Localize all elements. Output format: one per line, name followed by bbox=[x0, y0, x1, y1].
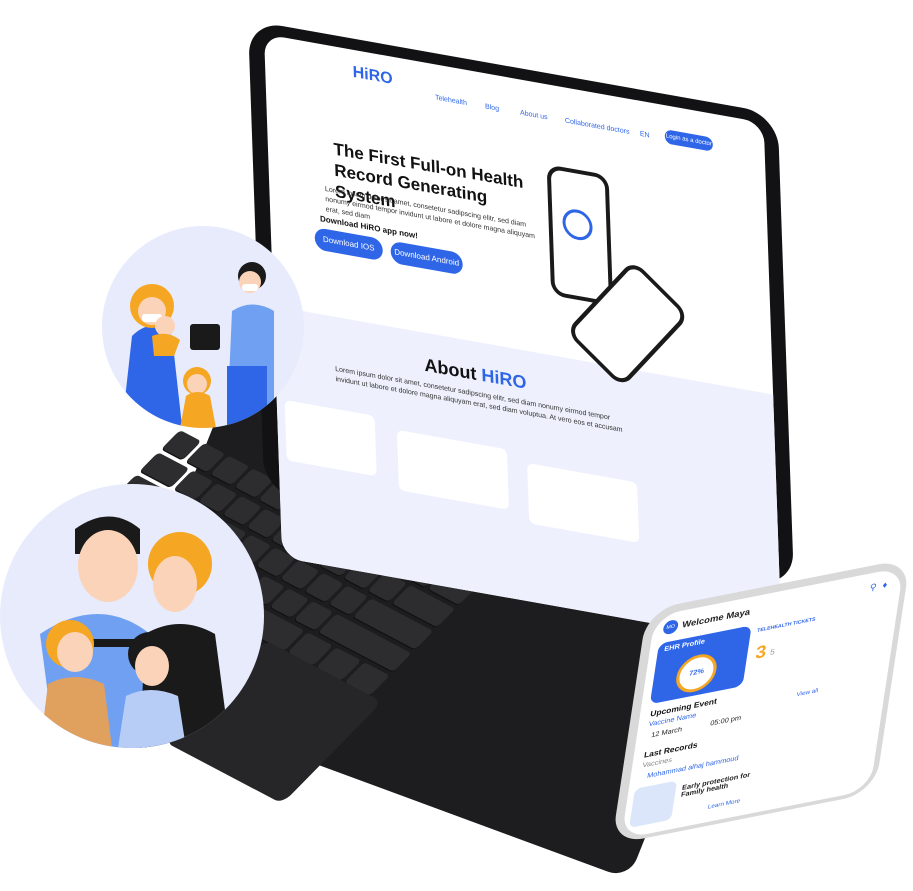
event-date: 12 March bbox=[650, 726, 683, 740]
nav-collaborated-doctors[interactable]: Collaborated doctors bbox=[565, 117, 630, 136]
login-doctor-button[interactable]: Login as a doctor bbox=[664, 129, 714, 152]
event-time: 05:00 pm bbox=[709, 714, 742, 728]
tablet-screen: HiRO Telehealth Blog About us Collaborat… bbox=[264, 34, 782, 647]
nav-blog[interactable]: Blog bbox=[485, 103, 499, 113]
telehealth-title: TELEHEALTH TICKETS bbox=[756, 616, 816, 634]
tickets-total: 5 bbox=[769, 647, 776, 658]
ehr-profile-card[interactable]: EHR Profile 72% bbox=[649, 625, 752, 705]
nav-about[interactable]: About us bbox=[520, 109, 548, 121]
learn-more-link[interactable]: Learn More bbox=[707, 798, 740, 810]
tickets-count: 3 bbox=[754, 641, 768, 663]
smartphone: MO Welcome Maya ⚲ ♦ EHR Profile 72% TELE… bbox=[597, 558, 911, 860]
family-illustration bbox=[0, 484, 264, 748]
view-all-link[interactable]: View all bbox=[796, 688, 819, 698]
phone-screen: MO Welcome Maya ⚲ ♦ EHR Profile 72% TELE… bbox=[621, 566, 904, 840]
nav-telehealth[interactable]: Telehealth bbox=[435, 94, 467, 107]
search-icon[interactable]: ⚲ bbox=[869, 582, 877, 594]
brand-logo[interactable]: HiRO bbox=[352, 64, 393, 89]
article-thumbnail bbox=[629, 780, 678, 828]
bell-icon[interactable]: ♦ bbox=[882, 580, 888, 591]
ehr-title: EHR Profile bbox=[663, 638, 706, 654]
doctor-family-illustration bbox=[102, 226, 304, 428]
app-preview-phone bbox=[546, 164, 614, 307]
ehr-progress: 72% bbox=[673, 650, 720, 696]
avatar[interactable]: MO bbox=[662, 618, 680, 636]
language-select[interactable]: EN bbox=[640, 131, 650, 140]
article-title: Early protection for Family health bbox=[680, 771, 751, 799]
download-android-button[interactable]: Download Android bbox=[390, 240, 464, 276]
greeting-text: Welcome Maya bbox=[681, 606, 751, 630]
